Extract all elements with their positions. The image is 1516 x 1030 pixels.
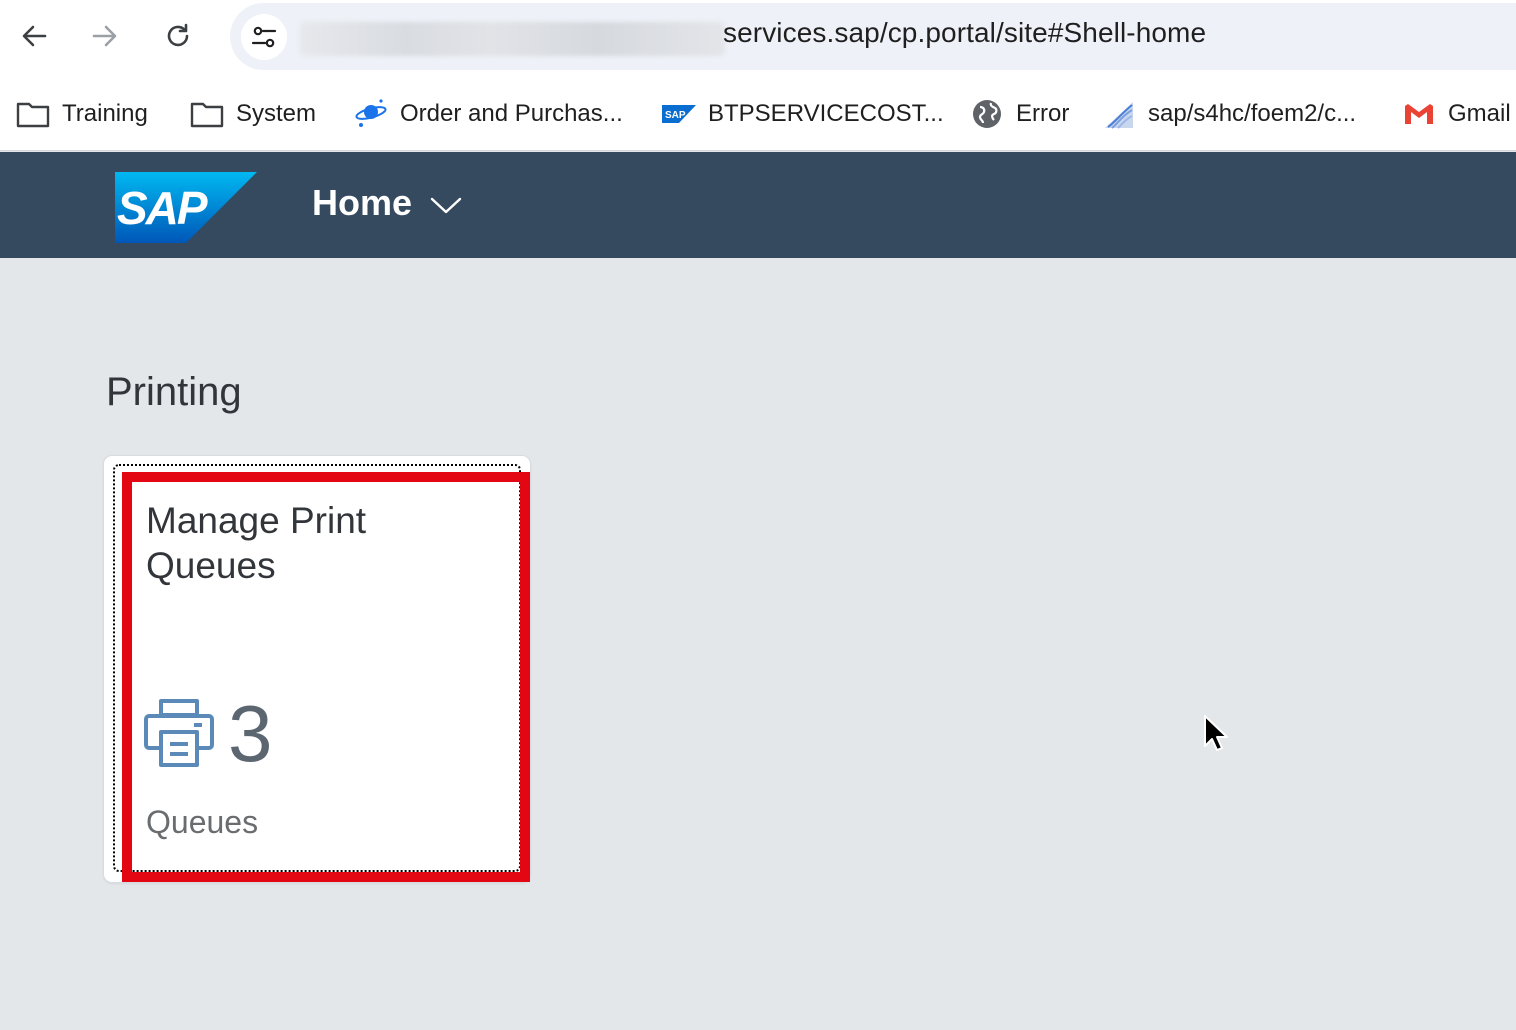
bookmark-gmail[interactable]: Gmail [1402,96,1511,132]
sap-shell-bar: SAP Home [0,152,1516,258]
reload-icon [167,23,189,47]
folder-icon [190,97,224,131]
bookmark-error[interactable]: Error [970,96,1069,132]
sap-logo[interactable]: SAP [115,172,257,248]
url-redacted [300,22,725,56]
home-menu-button[interactable]: Home [312,182,462,224]
bookmark-label: Gmail [1448,100,1511,127]
reload-button[interactable] [158,16,198,56]
printer-icon [144,698,214,773]
bookmark-system[interactable]: System [190,96,316,132]
back-arrow-icon [22,25,47,47]
tile-title: Manage Print Queues [146,500,367,586]
bookmark-label: Order and Purchas... [400,100,623,127]
tile-footer: Queues [146,804,259,840]
site-info-button[interactable] [241,14,287,60]
tune-icon [251,26,277,48]
wave-favicon [1102,97,1136,131]
bookmark-label: Error [1016,100,1070,127]
chevron-down-icon [430,197,462,214]
manage-print-queues-tile[interactable]: Manage Print Queues 3 Queues [104,456,530,882]
shell-title: Home [312,182,413,223]
group-title: Printing [106,370,242,414]
forward-arrow-icon [92,25,117,47]
bookmark-label: BTPSERVICECOST... [708,100,944,127]
bookmark-label: sap/s4hc/foem2/c... [1148,100,1357,127]
bookmark-training[interactable]: Training [16,96,148,132]
mouse-cursor [1203,714,1229,757]
gmail-icon [1402,97,1436,131]
bookmark-btpservicecost[interactable]: SAP BTPSERVICECOST... [662,96,944,132]
tile-kpi-number: 3 [228,689,273,778]
bookmark-sap-s4hc[interactable]: sap/s4hc/foem2/c... [1102,96,1356,132]
globe-icon [970,97,1004,131]
bookmark-label: System [236,100,317,127]
folder-icon [16,97,50,131]
bookmarks-bar: Training System Order and Purchas... SAP… [0,74,1516,151]
browser-toolbar: services.sap/cp.portal/site#Shell-home [0,0,1516,74]
forward-button[interactable] [85,16,125,56]
svg-text:SAP: SAP [117,182,208,234]
sap-favicon: SAP [662,97,696,131]
bookmark-label: Training [62,100,148,127]
bookmark-order-and-purchase[interactable]: Order and Purchas... [354,96,623,132]
url-text[interactable]: services.sap/cp.portal/site#Shell-home [723,17,1206,49]
planet-icon [354,97,388,131]
svg-text:SAP: SAP [665,110,686,121]
back-button[interactable] [14,16,54,56]
